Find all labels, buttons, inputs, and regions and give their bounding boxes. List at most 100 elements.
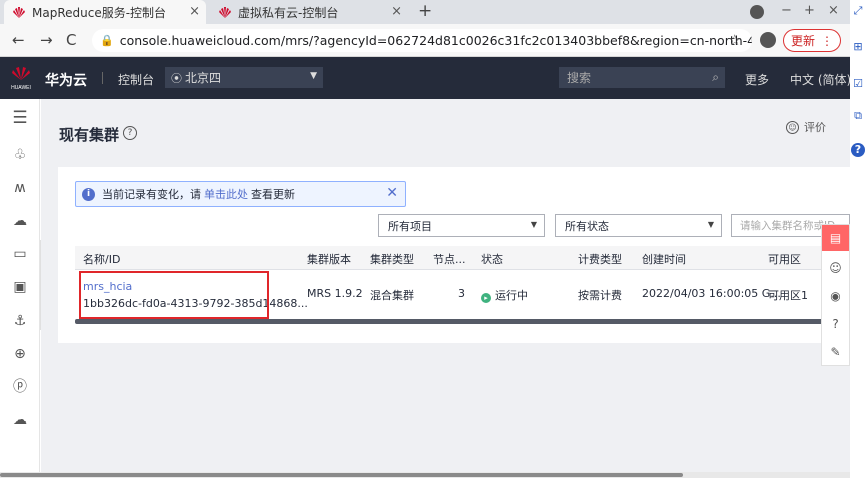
lock-icon: 🔒 (100, 34, 114, 47)
chat-icon[interactable]: ▤ (822, 225, 849, 251)
update-label: 更新 (790, 34, 815, 48)
node-count: 3 (458, 287, 465, 300)
status-filter-select[interactable]: 所有状态 ▼ (555, 214, 722, 237)
scrollbar-thumb[interactable] (0, 473, 683, 477)
network-icon[interactable]: ⚓ (11, 312, 29, 330)
column-header-status: 状态 (481, 253, 503, 266)
column-header-version: 集群版本 (307, 253, 351, 266)
console-header: HUAWEI 华为云 控制台 ⦿ 北京四 ▼ 搜索 ⌕ 更多 中文 (简体) (0, 57, 851, 99)
location-pin-icon: ⦿ (171, 72, 182, 85)
table-horizontal-scrollbar[interactable] (75, 319, 850, 324)
minimize-button[interactable]: − (781, 3, 792, 18)
close-window-button[interactable]: × (828, 3, 839, 18)
hamburger-menu-icon[interactable]: ☰ (11, 109, 29, 127)
tab-search-icon[interactable] (750, 5, 764, 19)
project-filter-select[interactable]: 所有项目 ▼ (378, 214, 545, 237)
help-icon[interactable]: ? (123, 126, 137, 140)
browser-tabstrip: MapReduce服务-控制台 × 虚拟私有云-控制台 × + − + × (0, 0, 850, 24)
cloud-server-icon[interactable]: ▭ (11, 245, 29, 263)
region-label: 北京四 (185, 71, 222, 85)
chevron-down-icon: ▼ (707, 220, 714, 229)
help-icon[interactable]: ? (822, 311, 849, 337)
service-sidebar: ☰ ♧ ʍ ☁ ▭ ▣ ⚓ ⊕ ⓟ ☁ (0, 99, 40, 472)
rate-button[interactable]: ☺ 评价 (786, 119, 826, 135)
close-tab-icon[interactable]: × (189, 4, 200, 19)
huawei-logo-icon[interactable]: HUAWEI (10, 65, 32, 91)
address-bar[interactable]: 🔒 console.huaweicloud.com/mrs/?agencyId=… (92, 29, 752, 52)
maximize-button[interactable]: + (804, 3, 815, 18)
cloud-service-icon[interactable]: ☁ (11, 411, 29, 429)
column-header-type: 集群类型 (370, 253, 414, 266)
page-title: 现有集群 (59, 126, 120, 144)
info-icon: i (82, 187, 95, 201)
browser-tab-vpc[interactable]: 虚拟私有云-控制台 × (210, 0, 408, 24)
cluster-type: 混合集群 (370, 289, 414, 302)
search-icon: ⌕ (712, 70, 719, 84)
chevron-down-icon: ▼ (310, 71, 317, 81)
update-button[interactable]: 更新 ⋮ (783, 29, 841, 52)
table-header: 名称/ID 集群版本 集群类型 节点... 状态 计费类型 创建时间 可用区 (75, 246, 850, 270)
cloud-storage-icon[interactable]: ☁ (11, 212, 29, 230)
cluster-version: MRS 1.9.2 (307, 287, 363, 300)
close-tab-icon[interactable]: × (391, 4, 402, 19)
console-link[interactable]: 控制台 (118, 71, 154, 88)
project-filter-value: 所有项目 (388, 219, 432, 233)
region-selector[interactable]: ⦿ 北京四 ▼ (165, 67, 323, 88)
billing-type: 按需计费 (578, 289, 622, 302)
highlight-annotation-box (79, 271, 269, 319)
browser-toolbar: ← → C 🔒 console.huaweicloud.com/mrs/?age… (0, 24, 850, 57)
question-icon[interactable]: ? (851, 143, 865, 157)
divider (102, 72, 103, 84)
bookmark-star-icon[interactable]: ☆ (728, 31, 741, 49)
service-list-icon[interactable]: ♧ (11, 146, 29, 164)
resize-icon[interactable]: ⤢ (851, 4, 865, 18)
rate-label: 评价 (804, 121, 826, 134)
service-eye-icon[interactable]: ◉ (822, 283, 849, 309)
console-search-input[interactable]: 搜索 ⌕ (559, 67, 725, 88)
column-header-created: 创建时间 (642, 253, 686, 266)
chart-icon[interactable]: ☑ (851, 77, 865, 91)
running-status-icon: ▸ (481, 293, 491, 303)
tab-title: MapReduce服务-控制台 (32, 5, 167, 20)
close-icon[interactable]: ✕ (386, 185, 398, 201)
tab-title: 虚拟私有云-控制台 (238, 5, 339, 20)
elastic-compute-icon[interactable]: ʍ (11, 179, 29, 197)
column-header-name: 名称/ID (83, 253, 121, 266)
brand-name[interactable]: 华为云 (45, 70, 87, 90)
feedback-smiley-icon[interactable]: ☺ (822, 255, 849, 281)
notice-text-before: 当前记录有变化，请 (102, 188, 201, 201)
chevron-down-icon: ▼ (530, 220, 537, 229)
column-header-nodes: 节点... (433, 253, 466, 266)
layout-icon[interactable]: ⧉ (851, 109, 865, 123)
status-filter-value: 所有状态 (565, 219, 609, 233)
database-icon[interactable]: ▣ (11, 278, 29, 296)
created-time: 2022/04/03 16:00:05 G... (642, 287, 781, 300)
ip-address-icon[interactable]: ⓟ (11, 378, 29, 396)
globe-icon[interactable]: ⊕ (11, 345, 29, 363)
search-placeholder: 搜索 (567, 71, 592, 85)
profile-avatar-icon[interactable] (760, 32, 776, 48)
browser-tab-mrs[interactable]: MapReduce服务-控制台 × (4, 0, 206, 24)
kebab-menu-icon: ⋮ (821, 33, 833, 48)
huawei-logo-text: HUAWEI (11, 85, 31, 91)
status-cell: ▸ 运行中 (481, 287, 528, 303)
page-horizontal-scrollbar[interactable] (0, 472, 850, 478)
status-text: 运行中 (495, 289, 528, 302)
column-header-az: 可用区 (768, 253, 801, 266)
more-menu[interactable]: 更多 (745, 71, 769, 88)
add-window-icon[interactable]: ⊞ (851, 40, 865, 54)
update-notice: i 当前记录有变化，请 单击此处 查看更新 ✕ (75, 181, 406, 207)
column-header-billing: 计费类型 (578, 253, 622, 266)
huawei-logo-icon (219, 7, 231, 18)
new-tab-button[interactable]: + (418, 1, 432, 21)
back-icon[interactable]: ← (12, 31, 25, 49)
notice-text-after: 查看更新 (251, 188, 295, 201)
url-text: console.huaweicloud.com/mrs/?agencyId=06… (119, 33, 752, 48)
refresh-link[interactable]: 单击此处 (204, 186, 248, 202)
reload-icon[interactable]: C (66, 31, 76, 49)
language-selector[interactable]: 中文 (简体) (790, 71, 851, 88)
external-side-strip: ⤢ ⊞ ☑ ⧉ ? (850, 0, 865, 478)
forward-icon[interactable]: → (40, 31, 53, 49)
edit-feedback-icon[interactable]: ✎ (822, 339, 849, 365)
floating-toolbar: ▤ ☺ ◉ ? ✎ (821, 224, 850, 366)
